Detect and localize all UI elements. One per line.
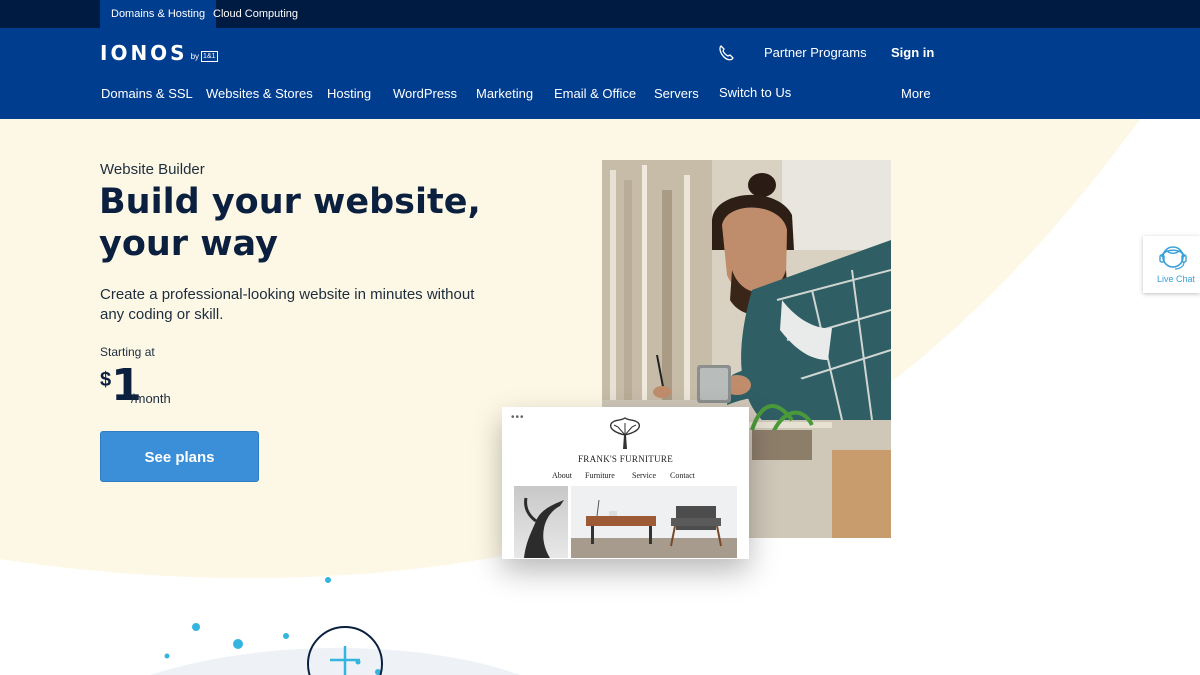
price-period: /month [131, 391, 171, 406]
sign-in-link[interactable]: Sign in [891, 45, 934, 60]
hero-headline: Build your website, your way [99, 182, 481, 264]
decor-dot [164, 653, 170, 659]
logo-by: by [190, 52, 200, 61]
starting-at-label: Starting at [100, 345, 155, 359]
hero-subtext: Create a professional-looking website in… [100, 286, 475, 323]
nav-websites-stores[interactable]: Websites & Stores [206, 86, 313, 101]
preview-nav-service: Service [632, 471, 656, 480]
nav-domains-ssl[interactable]: Domains & SSL [101, 86, 193, 101]
window-dots-icon: ••• [511, 412, 525, 423]
live-chat-widget[interactable]: Live Chat [1143, 236, 1200, 293]
preview-image-driftwood [514, 486, 568, 558]
preview-image-furniture [571, 486, 737, 558]
nav-email-office[interactable]: Email & Office [554, 86, 636, 101]
decor-dot [325, 577, 331, 583]
see-plans-button[interactable]: See plans [100, 431, 259, 482]
main-header: IONOS by 1&1 Partner Programs Sign in Do… [0, 28, 1200, 119]
phone-icon[interactable] [717, 44, 735, 62]
decor-dot [283, 633, 289, 639]
partner-programs-link[interactable]: Partner Programs [764, 45, 867, 60]
decor-dot [233, 639, 243, 649]
hero-section: Website Builder Build your website, your… [0, 119, 1200, 675]
live-chat-label: Live Chat [1157, 274, 1196, 284]
preview-nav-about: About [552, 471, 572, 480]
nav-hosting[interactable]: Hosting [327, 86, 371, 101]
nav-more[interactable]: More [901, 86, 931, 101]
price-currency: $ [100, 369, 112, 391]
preview-nav-contact: Contact [670, 471, 695, 480]
nav-wordpress[interactable]: WordPress [393, 86, 457, 101]
preview-nav-furniture: Furniture [585, 471, 615, 480]
logo-badge: 1&1 [201, 51, 218, 62]
preview-brand: FRANK'S FURNITURE [578, 454, 673, 464]
nav-servers[interactable]: Servers [654, 86, 699, 101]
nav-marketing[interactable]: Marketing [476, 86, 533, 101]
tab-domains-hosting[interactable]: Domains & Hosting [100, 0, 217, 28]
decor-dot [192, 623, 200, 631]
top-strip: Domains & Hosting Cloud Computing [0, 0, 1200, 28]
logo-word: IONOS [100, 41, 188, 65]
nav-switch-to-us[interactable]: Switch to Us [719, 85, 791, 100]
ionos-logo[interactable]: IONOS by 1&1 [100, 42, 218, 64]
tree-logo-icon [609, 417, 641, 449]
headset-agent-icon [1159, 246, 1187, 270]
hero-eyebrow: Website Builder [100, 161, 205, 178]
website-preview-card: ••• FRANK'S FURNITURE About Furniture Se… [502, 407, 749, 559]
tab-cloud-computing[interactable]: Cloud Computing [202, 0, 309, 28]
